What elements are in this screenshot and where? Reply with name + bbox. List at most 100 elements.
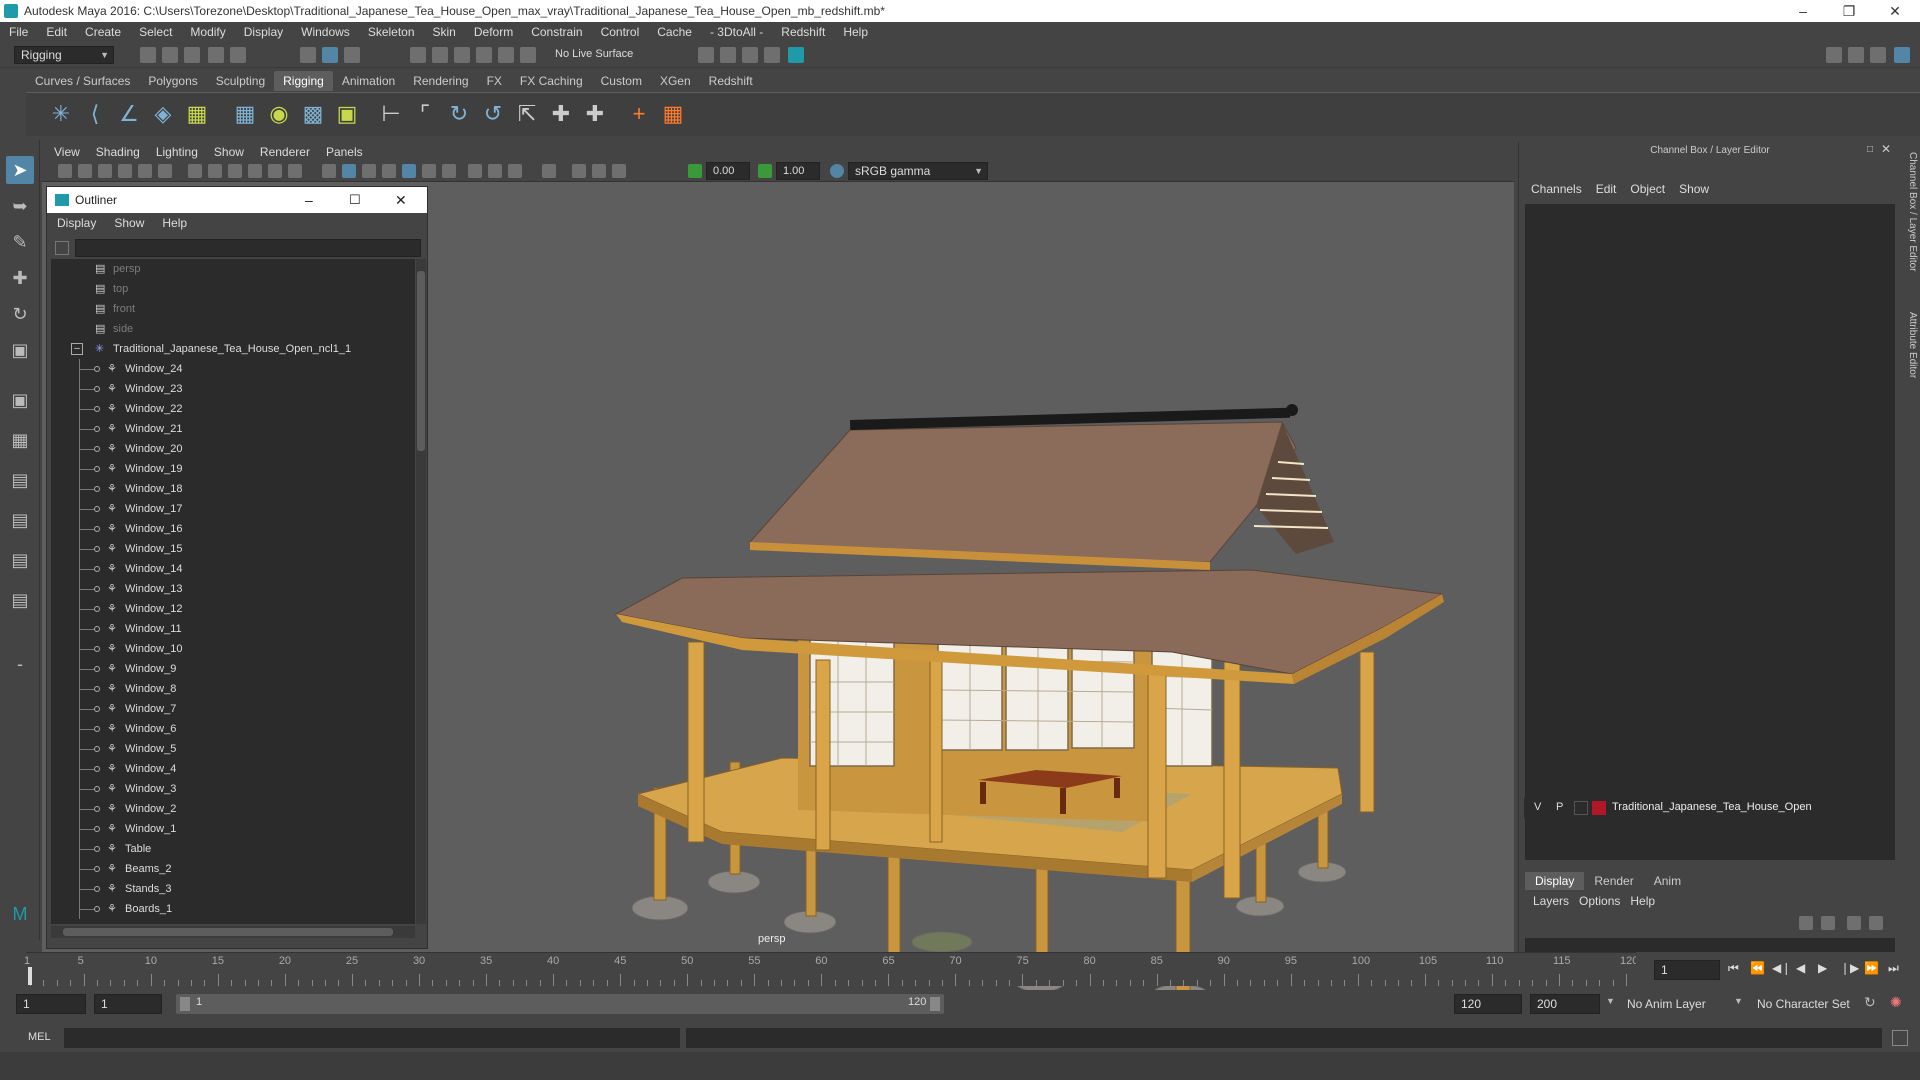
layer-tab-render[interactable]: Render	[1584, 872, 1643, 890]
script-editor-icon[interactable]	[1892, 1030, 1908, 1046]
outliner-row-child[interactable]: ⚘ Window_5	[51, 739, 415, 759]
expand-node-icon[interactable]	[94, 526, 100, 532]
expand-node-icon[interactable]	[94, 366, 100, 372]
go-to-start-icon[interactable]: ⏮	[1728, 961, 1739, 976]
expand-node-icon[interactable]	[94, 806, 100, 812]
menu-cache[interactable]: Cache	[648, 25, 701, 39]
layer-visibility-toggle[interactable]: V	[1534, 801, 1541, 813]
outliner-row-child[interactable]: ⚘ Table	[51, 839, 415, 859]
layer-tab-anim[interactable]: Anim	[1644, 872, 1691, 890]
command-input[interactable]	[64, 1028, 680, 1048]
layer-color-swatch[interactable]	[1592, 801, 1606, 815]
ik-spline-icon[interactable]: ∠	[114, 99, 144, 129]
channel-box-toggle-icon[interactable]	[1894, 47, 1910, 63]
expand-node-icon[interactable]	[94, 626, 100, 632]
snap-view-icon[interactable]	[476, 47, 492, 63]
snap-live-icon[interactable]	[520, 47, 536, 63]
outliner-scroll-thumb[interactable]	[417, 271, 425, 451]
channel-menu-show[interactable]: Show	[1675, 182, 1719, 196]
side-tab-attribute-editor[interactable]: Attribute Editor	[1902, 312, 1918, 402]
field-chart-icon[interactable]	[268, 164, 282, 178]
shelf-tab-rigging[interactable]: Rigging	[274, 71, 333, 91]
expand-node-icon[interactable]	[94, 866, 100, 872]
shadows-icon[interactable]	[442, 164, 456, 178]
expand-node-icon[interactable]	[94, 886, 100, 892]
lattice-icon[interactable]: ▩	[298, 99, 328, 129]
new-scene-icon[interactable]	[140, 47, 156, 63]
go-to-end-icon[interactable]: ⏭	[1888, 961, 1899, 976]
animation-start-field[interactable]: 1	[16, 994, 86, 1014]
hypershade-icon[interactable]	[764, 47, 780, 63]
float-panel-icon[interactable]: □	[1867, 144, 1873, 155]
chevron-down-icon[interactable]: ▼	[1606, 996, 1615, 1006]
maximize-button[interactable]: ❐	[1826, 0, 1872, 22]
select-camera-icon[interactable]	[58, 164, 72, 178]
expand-node-icon[interactable]	[94, 826, 100, 832]
wrap-icon[interactable]: ▣	[332, 99, 362, 129]
snap-grid-icon[interactable]	[410, 47, 426, 63]
outliner-row-child[interactable]: ⚘ Window_3	[51, 779, 415, 799]
persp-uv-layout-icon[interactable]: ▤	[6, 586, 34, 614]
shelf-tab-sculpting[interactable]: Sculpting	[207, 71, 274, 91]
expand-node-icon[interactable]	[94, 786, 100, 792]
aim-constraint-icon[interactable]: ↻	[444, 99, 474, 129]
menu-constrain[interactable]: Constrain	[522, 25, 591, 39]
character-set-field[interactable]: No Character Set	[1750, 994, 1860, 1014]
auto-key-icon[interactable]: ↻	[1864, 994, 1876, 1011]
expand-node-icon[interactable]	[94, 686, 100, 692]
ipr-render-icon[interactable]	[720, 47, 736, 63]
four-view-layout-icon[interactable]: ▦	[6, 426, 34, 454]
gamma-field[interactable]: 1.00	[776, 162, 820, 180]
render-frame-icon[interactable]	[698, 47, 714, 63]
channel-menu-edit[interactable]: Edit	[1592, 182, 1627, 196]
pole-vector-icon[interactable]: ✚	[580, 99, 610, 129]
paint-select-tool-icon[interactable]: ✎	[6, 228, 34, 256]
range-start-handle[interactable]	[180, 997, 190, 1011]
expand-node-icon[interactable]	[94, 606, 100, 612]
outliner-minimize-button[interactable]: –	[305, 192, 313, 208]
save-scene-icon[interactable]	[184, 47, 200, 63]
lights-icon[interactable]	[422, 164, 436, 178]
shelf-tab-rendering[interactable]: Rendering	[404, 71, 477, 91]
shelf-tab-polygons[interactable]: Polygons	[139, 71, 206, 91]
outliner-row-child[interactable]: ⚘ Window_8	[51, 679, 415, 699]
expand-node-icon[interactable]	[94, 466, 100, 472]
orient-constraint-icon[interactable]: ↺	[478, 99, 508, 129]
scale-tool-icon[interactable]: ▣	[6, 336, 34, 364]
expand-node-icon[interactable]	[94, 426, 100, 432]
outliner-row-child[interactable]: ⚘ Window_12	[51, 599, 415, 619]
outliner-row-child[interactable]: ⚘ Window_13	[51, 579, 415, 599]
layer-menu-help[interactable]: Help	[1630, 894, 1665, 908]
outliner-row-child[interactable]: ⚘ Window_2	[51, 799, 415, 819]
persp-graph-layout-icon[interactable]: ▤	[6, 506, 34, 534]
outliner-hscroll-thumb[interactable]	[63, 928, 393, 936]
menu-create[interactable]: Create	[76, 25, 130, 39]
viewport-menu-view[interactable]: View	[42, 145, 88, 159]
bookmark-icon[interactable]	[98, 164, 112, 178]
joint-tool-icon[interactable]: ✳	[46, 99, 76, 129]
expand-node-icon[interactable]	[94, 746, 100, 752]
layer-type-toggle[interactable]	[1574, 801, 1588, 815]
outliner-row-child[interactable]: ⚘ Window_19	[51, 459, 415, 479]
layer-tab-display[interactable]: Display	[1525, 872, 1585, 890]
xray-components-icon[interactable]	[612, 164, 626, 178]
exposure-icon[interactable]	[688, 164, 702, 178]
expand-node-icon[interactable]	[94, 906, 100, 912]
channel-menu-channels[interactable]: Channels	[1527, 182, 1592, 196]
bind-skin-icon[interactable]: ◉	[264, 99, 294, 129]
range-slider-bar[interactable]: 1 120	[176, 994, 944, 1014]
motion-blur-icon[interactable]	[488, 164, 502, 178]
tool-settings-toggle-icon[interactable]	[1870, 47, 1886, 63]
play-backwards-icon[interactable]: ◀	[1796, 961, 1805, 975]
outliner-row-child[interactable]: ⚘ Window_10	[51, 639, 415, 659]
shelf-tab-animation[interactable]: Animation	[333, 71, 404, 91]
snap-point-icon[interactable]	[454, 47, 470, 63]
outliner-title-bar[interactable]: Outliner – ☐ ✕	[47, 187, 427, 213]
snap-surface-icon[interactable]	[498, 47, 514, 63]
attribute-editor-toggle-icon[interactable]	[1848, 47, 1864, 63]
outliner-row-child[interactable]: ⚘ Beams_2	[51, 859, 415, 879]
xray-joints-icon[interactable]	[592, 164, 606, 178]
menu-file[interactable]: File	[0, 25, 37, 39]
default-material-icon[interactable]	[362, 164, 376, 178]
viewport-menu-show[interactable]: Show	[206, 145, 252, 159]
